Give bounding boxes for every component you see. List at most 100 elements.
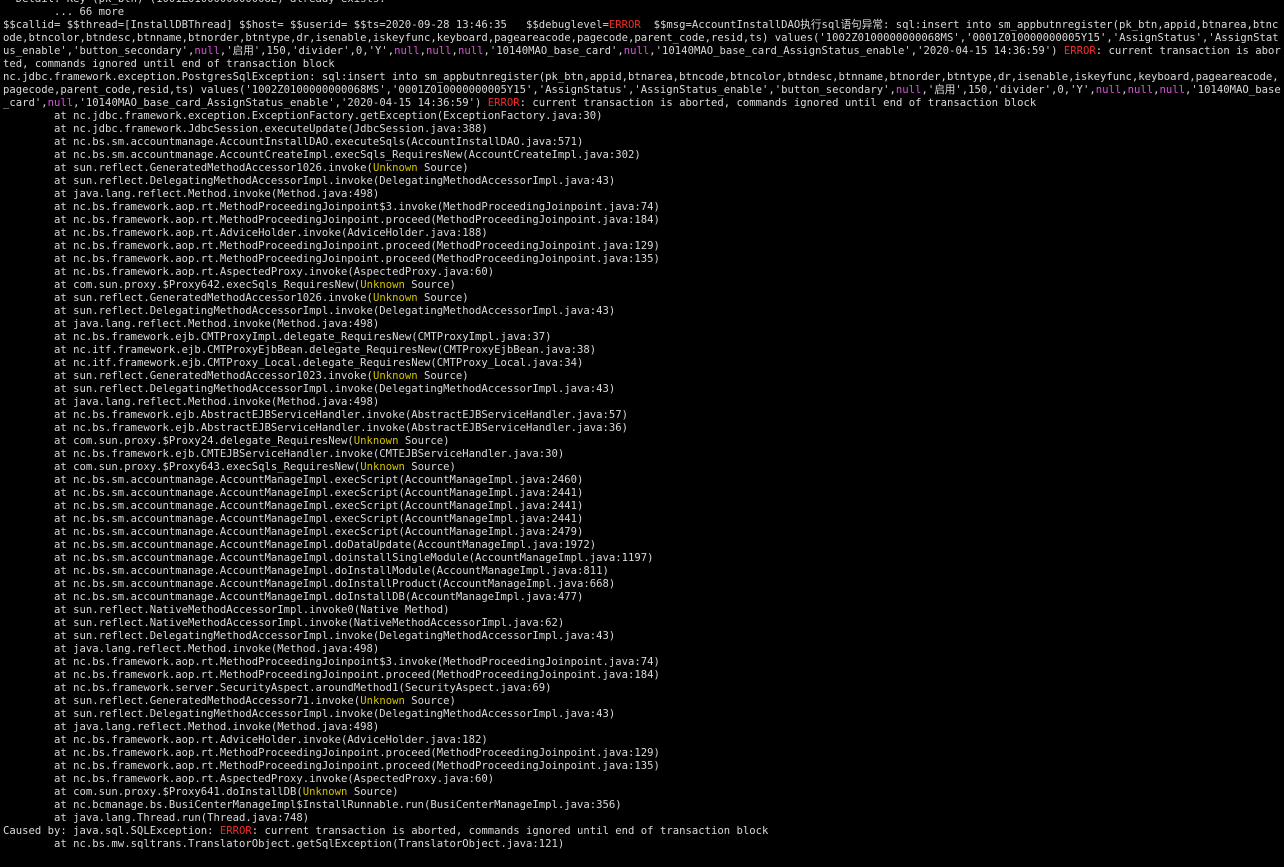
log-line: at java.lang.reflect.Method.invoke(Metho… [3,643,1281,656]
log-line: at sun.reflect.NativeMethodAccessorImpl.… [3,604,1281,617]
log-text: at nc.bs.sm.accountmanage.AccountManageI… [3,487,584,499]
log-line: at sun.reflect.DelegatingMethodAccessorI… [3,305,1281,318]
unknown-keyword: Unknown [353,435,399,447]
log-text: at sun.reflect.GeneratedMethodAccessor71… [3,695,361,707]
error-keyword: ERROR [219,825,252,837]
log-text: at sun.reflect.GeneratedMethodAccessor10… [3,370,373,382]
log-text: ,'10140MAO_base_card_AssignStatus_enable… [649,45,1064,57]
log-line: at java.lang.reflect.Method.invoke(Metho… [3,318,1281,331]
log-text: at nc.bs.framework.server.SecurityAspect… [3,682,552,694]
null-keyword: null [623,45,650,57]
log-text: at nc.bs.framework.ejb.CMTEJBServiceHand… [3,448,565,460]
log-text: at nc.bs.framework.aop.rt.MethodProceedi… [3,240,660,252]
log-line: at com.sun.proxy.$Proxy642.execSqls_Requ… [3,279,1281,292]
log-text: at nc.bs.framework.ejb.AbstractEJBServic… [3,409,629,421]
log-text: at nc.bs.framework.aop.rt.MethodProceedi… [3,253,660,265]
null-keyword: null [47,97,74,109]
log-line: at nc.bs.framework.aop.rt.MethodProceedi… [3,760,1281,773]
log-text: at sun.reflect.DelegatingMethodAccessorI… [3,630,616,642]
log-line: at nc.bs.sm.accountmanage.AccountManageI… [3,539,1281,552]
log-line: at java.lang.reflect.Method.invoke(Metho… [3,188,1281,201]
log-text: at nc.bs.framework.aop.rt.AdviceHolder.i… [3,734,488,746]
log-text: at java.lang.reflect.Method.invoke(Metho… [3,318,380,330]
log-text: at nc.bs.framework.aop.rt.AspectedProxy.… [3,266,495,278]
log-text: Source) [398,435,450,447]
log-text: at sun.reflect.GeneratedMethodAccessor10… [3,162,373,174]
log-line: at java.lang.reflect.Method.invoke(Metho… [3,396,1281,409]
log-text: at java.lang.reflect.Method.invoke(Metho… [3,188,380,200]
log-text: at nc.bs.sm.accountmanage.AccountManageI… [3,565,609,577]
log-line: at com.sun.proxy.$Proxy24.delegate_Requi… [3,435,1281,448]
unknown-keyword: Unknown [302,786,348,798]
log-text: at nc.bs.framework.aop.rt.MethodProceedi… [3,201,660,213]
log-text: at nc.bs.framework.aop.rt.MethodProceedi… [3,214,660,226]
log-line: at nc.bs.sm.accountmanage.AccountManageI… [3,552,1281,565]
log-text: Source) [347,786,399,798]
log-line: at nc.jdbc.framework.exception.Exception… [3,110,1281,123]
log-line: at nc.bs.framework.aop.rt.AspectedProxy.… [3,266,1281,279]
log-text: at sun.reflect.NativeMethodAccessorImpl.… [3,617,565,629]
log-line: at sun.reflect.GeneratedMethodAccessor71… [3,695,1281,708]
log-text: at java.lang.reflect.Method.invoke(Metho… [3,643,380,655]
log-text: at nc.bs.framework.aop.rt.AdviceHolder.i… [3,227,488,239]
log-line: at nc.bs.framework.ejb.AbstractEJBServic… [3,422,1281,435]
null-keyword: null [394,45,420,57]
log-text: at nc.bs.framework.aop.rt.AspectedProxy.… [3,773,495,785]
log-line: at nc.bs.framework.aop.rt.MethodProceedi… [3,669,1281,682]
log-line: at nc.bs.sm.accountmanage.AccountManageI… [3,487,1281,500]
unknown-keyword: Unknown [372,370,418,382]
log-line: at sun.reflect.DelegatingMethodAccessorI… [3,383,1281,396]
log-text: at nc.bcmanage.bs.BusiCenterManageImpl$I… [3,799,622,811]
log-line: $$callid= $$thread=[InstallDBThread] $$h… [3,19,1281,71]
log-text: at nc.bs.sm.accountmanage.AccountManageI… [3,552,654,564]
log-text: at com.sun.proxy.$Proxy641.doInstallDB( [3,786,303,798]
log-text: at nc.bs.sm.accountmanage.AccountManageI… [3,578,616,590]
log-line: at nc.bs.sm.accountmanage.AccountInstall… [3,136,1281,149]
log-line: at sun.reflect.DelegatingMethodAccessorI… [3,630,1281,643]
log-text: at nc.itf.framework.ejb.CMTProxyEjbBean.… [3,344,597,356]
log-text: at sun.reflect.GeneratedMethodAccessor10… [3,292,373,304]
terminal-output[interactable]: Detail: Key (pk_btn)=(1001Z0100000000008… [3,0,1281,851]
log-text: Source) [404,279,456,291]
null-keyword: null [1095,84,1122,96]
log-text: at nc.jdbc.framework.JdbcSession.execute… [3,123,488,135]
log-text: at nc.bs.sm.accountmanage.AccountManageI… [3,591,584,603]
log-line: at sun.reflect.GeneratedMethodAccessor10… [3,370,1281,383]
log-text: at nc.bs.framework.aop.rt.MethodProceedi… [3,656,660,668]
log-line: ... 66 more [3,6,1281,19]
log-line: at nc.bs.framework.aop.rt.AdviceHolder.i… [3,734,1281,747]
log-line: at nc.bs.framework.aop.rt.MethodProceedi… [3,253,1281,266]
log-text: at nc.bs.framework.aop.rt.MethodProceedi… [3,760,660,772]
log-line: at sun.reflect.GeneratedMethodAccessor10… [3,292,1281,305]
log-text: at nc.bs.framework.aop.rt.MethodProceedi… [3,669,660,681]
null-keyword: null [457,45,484,57]
log-text: at nc.bs.sm.accountmanage.AccountManageI… [3,526,584,538]
log-text: at nc.itf.framework.ejb.CMTProxy_Local.d… [3,357,584,369]
unknown-keyword: Unknown [360,461,405,473]
log-line: at nc.bs.sm.accountmanage.AccountManageI… [3,513,1281,526]
log-text: at nc.bs.sm.accountmanage.AccountManageI… [3,513,584,525]
log-text: at sun.reflect.DelegatingMethodAccessorI… [3,305,616,317]
log-line: at nc.bs.sm.accountmanage.AccountManageI… [3,474,1281,487]
null-keyword: null [895,84,922,96]
log-line: at nc.bs.sm.accountmanage.AccountCreateI… [3,149,1281,162]
null-keyword: null [1159,84,1186,96]
log-text: at sun.reflect.DelegatingMethodAccessorI… [3,175,616,187]
log-text: at java.lang.reflect.Method.invoke(Metho… [3,396,380,408]
log-line: at nc.bs.framework.aop.rt.MethodProceedi… [3,240,1281,253]
log-text: at com.sun.proxy.$Proxy24.delegate_Requi… [3,435,354,447]
log-line: Caused by: java.sql.SQLException: ERROR:… [3,825,1281,838]
error-keyword: ERROR [608,19,641,31]
log-line: at nc.bs.mw.sqltrans.TranslatorObject.ge… [3,838,1281,851]
log-text: at nc.bs.sm.accountmanage.AccountManageI… [3,474,584,486]
log-text: ,'10140MAO_base_card', [483,45,624,57]
log-line: at nc.bs.sm.accountmanage.AccountManageI… [3,591,1281,604]
log-text: at sun.reflect.NativeMethodAccessorImpl.… [3,604,450,616]
unknown-keyword: Unknown [360,695,405,707]
null-keyword: null [194,45,220,57]
log-text: at java.lang.Thread.run(Thread.java:748) [3,812,310,824]
log-line: at nc.bs.framework.aop.rt.MethodProceedi… [3,656,1281,669]
log-line: at sun.reflect.GeneratedMethodAccessor10… [3,162,1281,175]
log-line: at com.sun.proxy.$Proxy643.execSqls_Requ… [3,461,1281,474]
log-line: at nc.bs.framework.aop.rt.MethodProceedi… [3,747,1281,760]
